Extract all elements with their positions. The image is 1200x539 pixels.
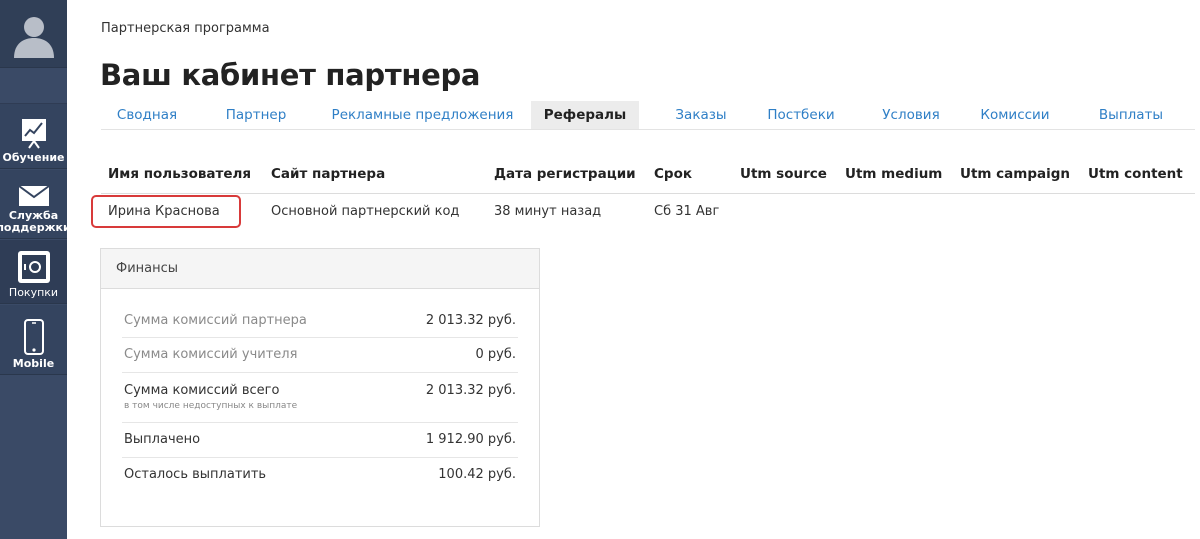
finance-panel-title: Финансы <box>101 249 539 289</box>
cell-term: Сб 31 Авг <box>654 204 720 219</box>
sidebar-item-support[interactable]: Служба поддержки <box>0 170 71 239</box>
sidebar-item-label: Обучение <box>2 151 65 164</box>
finance-value: 1 912.90 руб. <box>425 432 516 447</box>
column-header-username: Имя пользователя <box>108 166 252 182</box>
tab-payouts[interactable]: Выплаты <box>1091 101 1171 129</box>
envelope-icon <box>17 185 50 207</box>
sidebar-item-label: Покупки <box>8 286 59 299</box>
column-header-term: Срок <box>654 166 693 182</box>
finance-row-remaining: Осталось выплатить 100.42 руб. <box>122 458 518 493</box>
sidebar-item-mobile[interactable]: Mobile <box>0 305 67 375</box>
tab-summary[interactable]: Сводная <box>101 101 193 129</box>
finance-row-paid: Выплачено 1 912.90 руб. <box>122 423 518 458</box>
finance-label: Осталось выплатить <box>124 467 267 482</box>
avatar[interactable] <box>0 0 67 68</box>
cell-registration-date: 38 минут назад <box>494 204 602 219</box>
table-header-divider <box>101 193 1195 194</box>
sidebar-item-label: поддержки <box>0 221 71 234</box>
tab-partner[interactable]: Партнер <box>211 101 301 129</box>
finance-label: Сумма комиссий учителя <box>124 347 298 362</box>
cell-partner-site: Основной партнерский код <box>271 204 460 219</box>
breadcrumb[interactable]: Партнерская программа <box>101 21 270 36</box>
column-header-utm-campaign: Utm campaign <box>960 166 1071 182</box>
chart-board-icon <box>20 117 48 149</box>
tab-commissions[interactable]: Комиссии <box>973 101 1057 129</box>
sidebar-item-label: Mobile <box>12 357 55 370</box>
column-header-partner-site: Сайт партнера <box>271 166 386 182</box>
column-header-utm-content: Utm content <box>1088 166 1183 182</box>
finance-label: Выплачено <box>124 432 201 447</box>
sidebar-filler <box>0 376 67 539</box>
sidebar-item-purchases[interactable]: Покупки <box>0 240 67 304</box>
finance-label: Сумма комиссий всего <box>124 383 280 398</box>
tab-orders[interactable]: Заказы <box>663 101 739 129</box>
user-silhouette-icon <box>13 16 54 58</box>
column-header-utm-medium: Utm medium <box>845 166 943 182</box>
sidebar-item-learning[interactable]: Обучение <box>0 104 67 169</box>
tab-referrals[interactable]: Рефералы <box>531 101 639 129</box>
sidebar: Обучение Служба поддержки Покупки Mobile <box>0 0 71 539</box>
finance-label: Сумма комиссий партнера <box>124 313 307 328</box>
main-content: Партнерская программа Ваш кабинет партне… <box>67 0 1200 539</box>
tab-conditions[interactable]: Условия <box>871 101 951 129</box>
cell-username: Ирина Краснова <box>108 204 220 219</box>
finance-value: 2 013.32 руб. <box>425 313 516 328</box>
finance-row-partner-commission: Сумма комиссий партнера 2 013.32 руб. <box>122 303 518 338</box>
column-header-registration-date: Дата регистрации <box>494 166 636 182</box>
tab-bar: Сводная Партнер Рекламные предложения Ре… <box>101 101 1195 130</box>
finance-note: в том числе недоступных к выплате <box>124 401 298 411</box>
sidebar-spacer <box>0 68 67 104</box>
phone-icon <box>23 319 45 355</box>
finance-row-teacher-commission: Сумма комиссий учителя 0 руб. <box>122 338 518 373</box>
page-title: Ваш кабинет партнера <box>100 58 481 92</box>
tab-postbacks[interactable]: Постбеки <box>759 101 843 129</box>
finance-row-total-commission: Сумма комиссий всего в том числе недосту… <box>122 373 518 423</box>
column-header-utm-source: Utm source <box>740 166 827 182</box>
finance-value: 2 013.32 руб. <box>425 383 516 398</box>
finance-value: 0 руб. <box>475 347 517 362</box>
safe-icon <box>17 250 51 284</box>
tab-ad-offers[interactable]: Рекламные предложения <box>325 101 520 129</box>
finance-panel: Финансы Сумма комиссий партнера 2 013.32… <box>100 248 540 527</box>
finance-value: 100.42 руб. <box>438 467 516 482</box>
